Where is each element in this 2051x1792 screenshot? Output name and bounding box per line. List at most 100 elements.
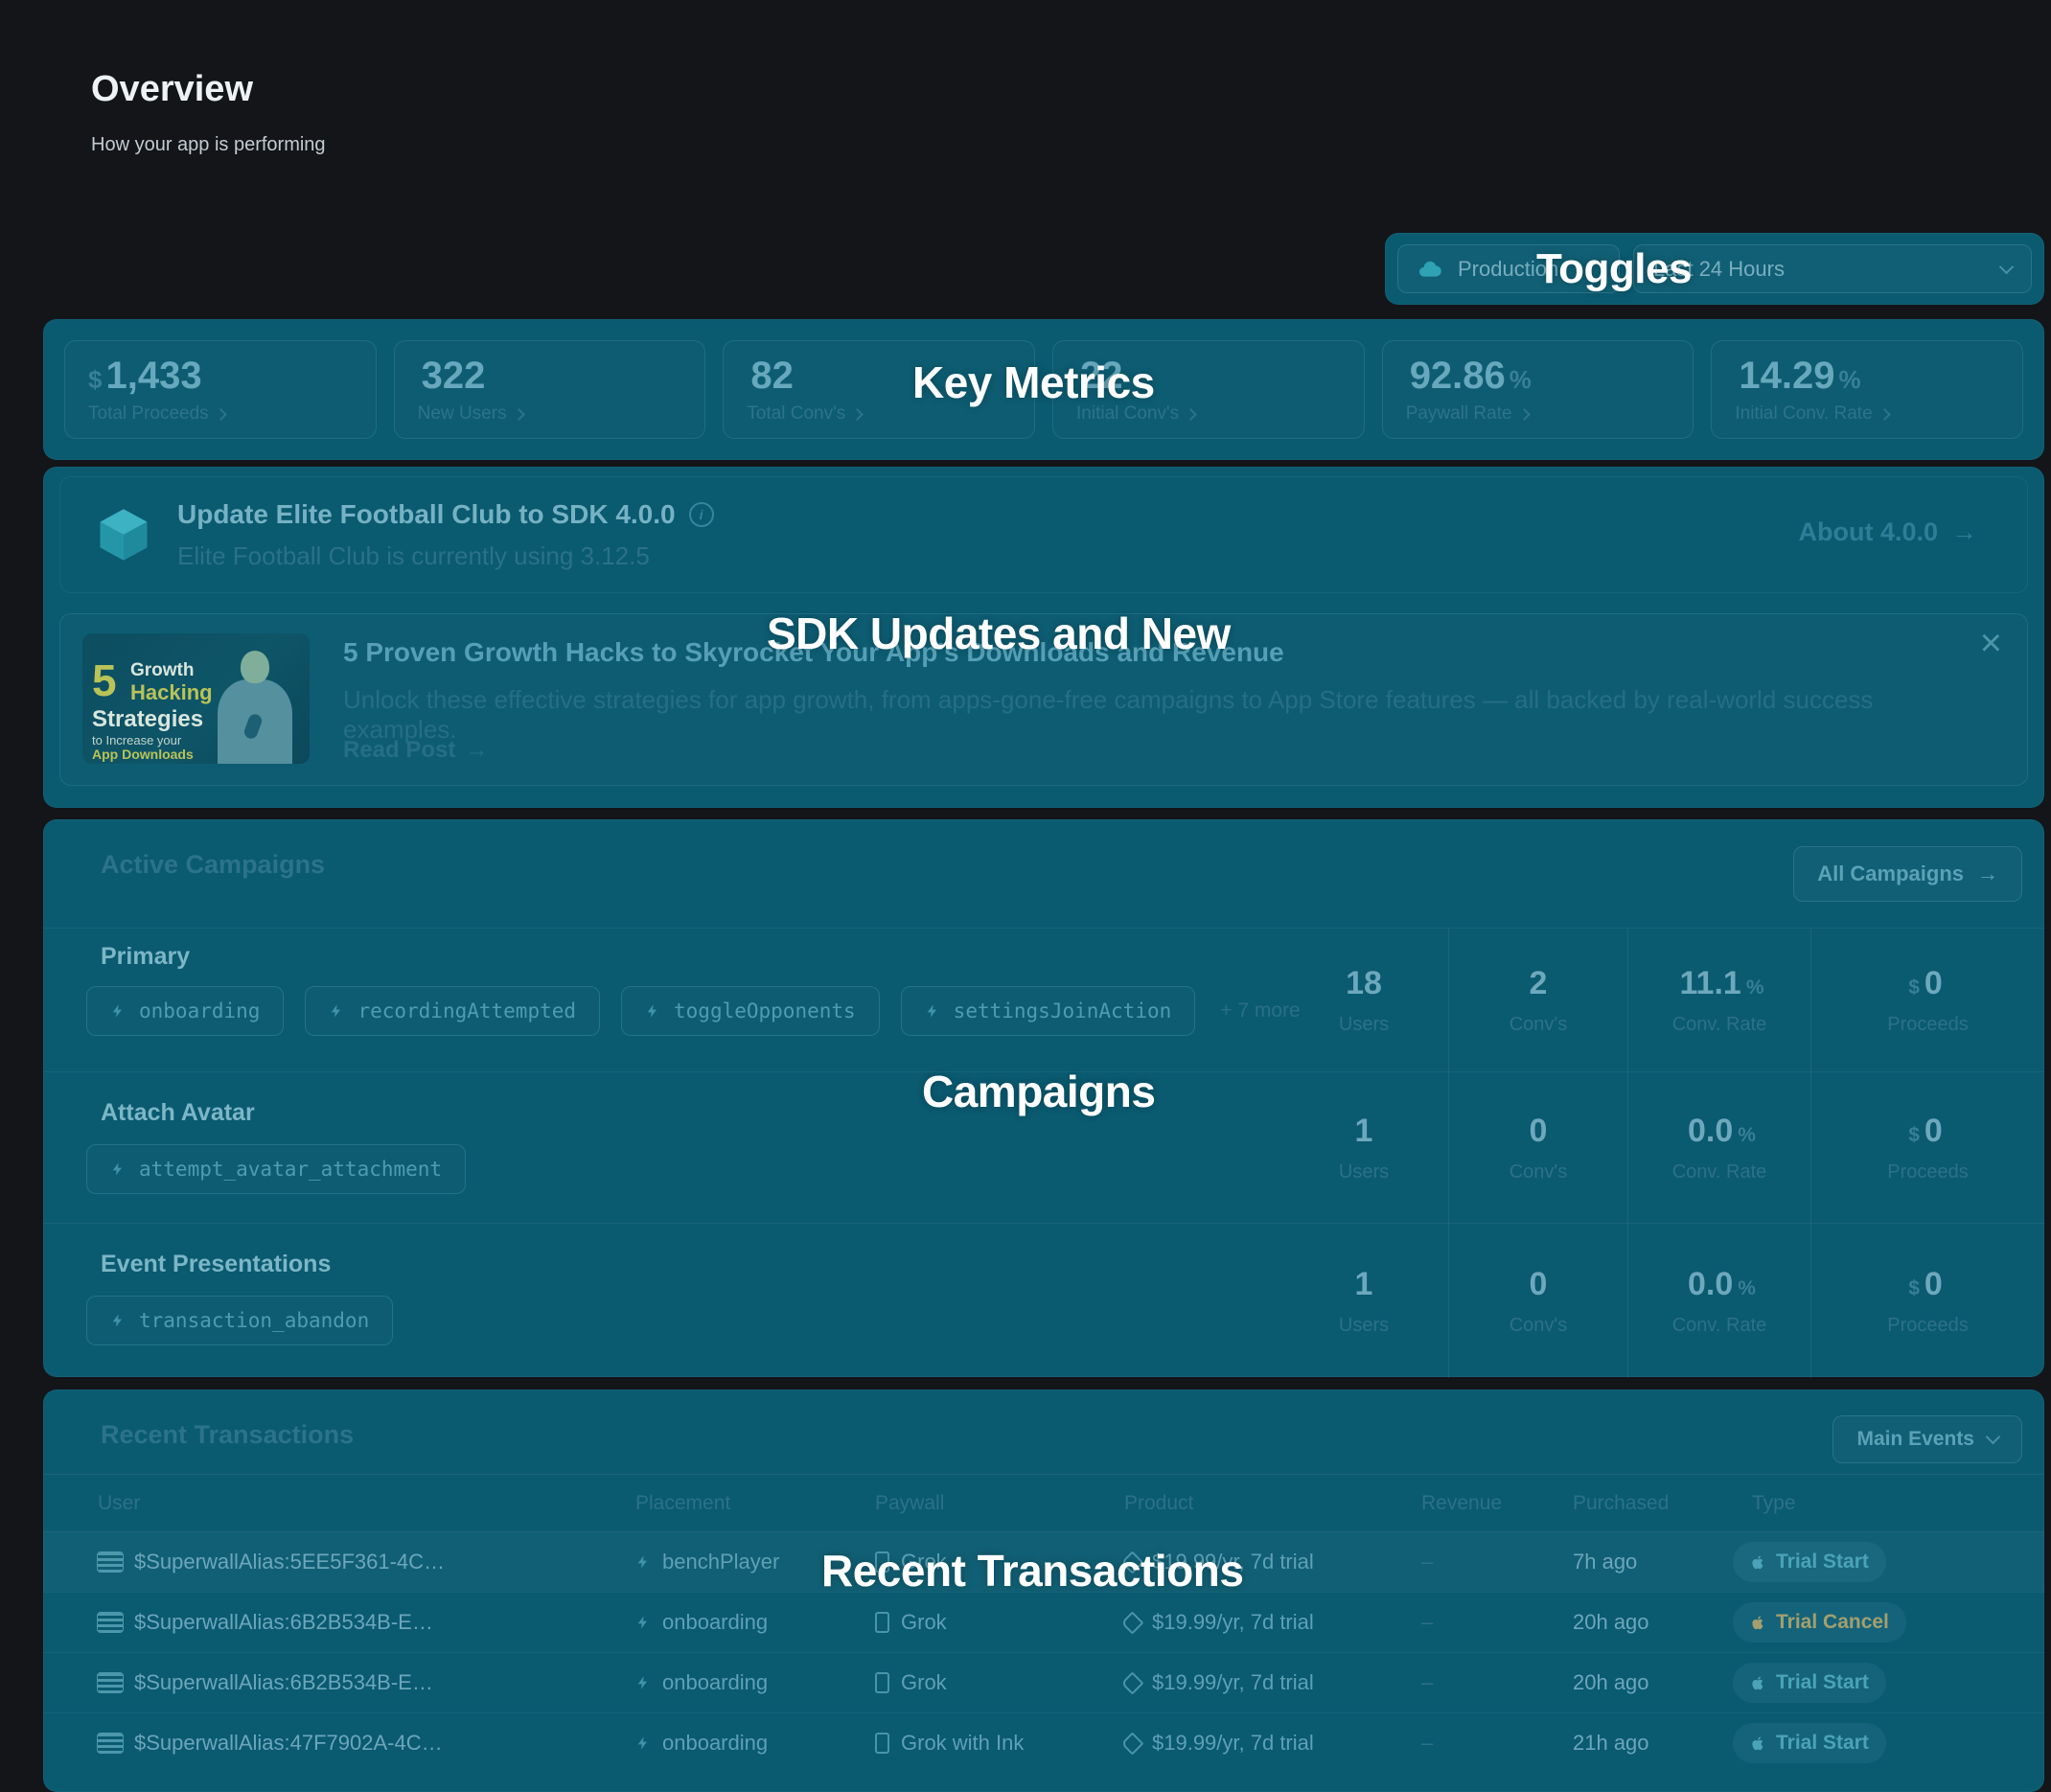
apple-icon: [1750, 1673, 1766, 1692]
col-paywall: Paywall: [875, 1492, 944, 1515]
thumb-line: Growth: [130, 660, 195, 681]
metric-value: 92.86%: [1406, 355, 1671, 398]
type-cell: Trial Start: [1733, 1532, 1886, 1592]
product-cell: $19.99/yr, 7d trial: [1124, 1713, 1314, 1773]
read-post-link[interactable]: Read Post →: [343, 737, 488, 764]
metric-value: 14.29%: [1735, 355, 1999, 398]
thumb-line: Strategies: [92, 706, 203, 733]
metric-total-proceeds[interactable]: $1,433 Total Proceeds: [64, 340, 377, 439]
col-product: Product: [1124, 1492, 1193, 1515]
transaction-row[interactable]: $SuperwallAlias:6B2B534B-E… onboarding G…: [43, 1592, 2044, 1652]
revenue-cell: –: [1421, 1532, 1433, 1592]
blog-thumbnail: 5 Growth Hacking Strategies to Increase …: [82, 633, 310, 764]
campaign-tags: transaction_abandon: [86, 1296, 393, 1345]
campaigns-heading: Active Campaigns: [101, 850, 325, 880]
info-icon[interactable]: i: [689, 502, 714, 527]
col-purchased: Purchased: [1573, 1492, 1669, 1515]
bolt-icon: [925, 1001, 940, 1021]
bolt-icon: [635, 1552, 651, 1572]
chevron-down-icon: [1999, 259, 2015, 274]
metric-new-users[interactable]: 322 New Users: [394, 340, 706, 439]
arrow-right-icon: →: [1951, 517, 1977, 547]
bolt-icon: [635, 1734, 651, 1753]
close-icon[interactable]: ×: [1980, 624, 2002, 662]
event-tag: toggleOpponents: [621, 986, 880, 1036]
metric-paywall-rate[interactable]: 92.86% Paywall Rate: [1382, 340, 1694, 439]
apple-icon: [1750, 1613, 1766, 1632]
apple-icon: [1750, 1734, 1766, 1753]
user-cell: $SuperwallAlias:47F7902A-4C…: [98, 1713, 443, 1773]
campaign-stats: 18Users 2Conv's 11.1%Conv. Rate $0Procee…: [1279, 929, 2044, 1072]
col-type: Type: [1752, 1492, 1796, 1515]
event-tag: settingsJoinAction: [901, 986, 1196, 1036]
transactions-table-header: User Placement Paywall Product Revenue P…: [43, 1474, 2044, 1532]
event-tag: attempt_avatar_attachment: [86, 1144, 466, 1194]
campaign-tags: attempt_avatar_attachment: [86, 1144, 466, 1194]
user-cell: $SuperwallAlias:5EE5F361-4C…: [98, 1532, 445, 1592]
stat-users: 18Users: [1279, 929, 1448, 1072]
purchased-cell: 21h ago: [1573, 1713, 1649, 1773]
purchased-cell: 20h ago: [1573, 1653, 1649, 1712]
type-cell: Trial Start: [1733, 1653, 1886, 1712]
placement-cell: onboarding: [635, 1593, 768, 1652]
campaign-row-primary[interactable]: Primary onboarding recordingAttempted to…: [43, 928, 2044, 1072]
thumb-number: 5: [92, 655, 117, 706]
stat-conv-rate: 0.0%Conv. Rate: [1627, 1072, 1810, 1224]
phone-icon: [875, 1672, 889, 1693]
id-card-icon: [98, 1734, 123, 1753]
price-tag-icon: [1120, 1671, 1143, 1694]
revenue-cell: –: [1421, 1653, 1433, 1712]
paywall-cell: Grok with Ink: [875, 1713, 1024, 1773]
campaign-stats: 1Users 0Conv's 0.0%Conv. Rate $0Proceeds: [1279, 1224, 2044, 1378]
chevron-down-icon: [1986, 1430, 2001, 1445]
purchased-cell: 7h ago: [1573, 1532, 1637, 1592]
sdk-cube-icon: [97, 507, 150, 563]
campaign-row-event-presentations[interactable]: Event Presentations transaction_abandon …: [43, 1223, 2044, 1378]
status-badge: Trial Start: [1733, 1663, 1886, 1703]
chevron-right-icon: [1185, 408, 1197, 421]
stat-proceeds: $0Proceeds: [1810, 1224, 2044, 1378]
metric-label: Initial Conv. Rate: [1735, 403, 1999, 425]
transaction-row[interactable]: $SuperwallAlias:6B2B534B-E… onboarding G…: [43, 1652, 2044, 1712]
price-tag-icon: [1120, 1611, 1143, 1634]
event-tag: onboarding: [86, 986, 284, 1036]
revenue-cell: –: [1421, 1593, 1433, 1652]
thumb-person-head: [241, 651, 269, 683]
dashboard-canvas: Overview How your app is performing Prod…: [0, 0, 2051, 1735]
id-card-icon: [98, 1613, 123, 1632]
chevron-right-icon: [851, 408, 864, 421]
stat-users: 1Users: [1279, 1072, 1448, 1224]
col-revenue: Revenue: [1421, 1492, 1502, 1515]
main-events-filter[interactable]: Main Events: [1832, 1415, 2022, 1463]
bolt-icon: [110, 1001, 126, 1021]
id-card-icon: [98, 1552, 123, 1572]
metric-label: Total Proceeds: [88, 403, 353, 425]
stat-convs: 0Conv's: [1448, 1072, 1627, 1224]
blog-description: Unlock these effective strategies for ap…: [343, 685, 1912, 745]
campaign-name: Event Presentations: [101, 1251, 331, 1278]
col-placement: Placement: [635, 1492, 730, 1515]
metric-initial-conv-rate[interactable]: 14.29% Initial Conv. Rate: [1711, 340, 2023, 439]
all-campaigns-button[interactable]: All Campaigns →: [1793, 846, 2022, 902]
metric-value: 322: [418, 355, 682, 398]
bolt-icon: [635, 1613, 651, 1632]
paywall-cell: Grok: [875, 1653, 947, 1712]
type-cell: Trial Start: [1733, 1713, 1886, 1773]
event-tag: recordingAttempted: [305, 986, 600, 1036]
thumb-line: Hacking: [130, 680, 213, 705]
sdk-update-banner: Update Elite Football Club to SDK 4.0.0 …: [59, 476, 2028, 593]
stat-convs: 2Conv's: [1448, 929, 1627, 1072]
campaign-name: Attach Avatar: [101, 1099, 255, 1127]
time-range-select[interactable]: Last 24 Hours: [1633, 244, 2032, 293]
metric-label: New Users: [418, 403, 682, 425]
col-user: User: [98, 1492, 140, 1515]
sdk-banner-title: Update Elite Football Club to SDK 4.0.0 …: [177, 499, 714, 530]
revenue-cell: –: [1421, 1713, 1433, 1773]
status-badge: Trial Start: [1733, 1542, 1886, 1582]
transaction-row[interactable]: $SuperwallAlias:47F7902A-4C… onboarding …: [43, 1712, 2044, 1773]
about-sdk-button[interactable]: About 4.0.0 →: [1798, 517, 1977, 547]
annotation-campaigns: Campaigns: [922, 1066, 1155, 1117]
sdk-banner-subtitle: Elite Football Club is currently using 3…: [177, 541, 714, 571]
sdk-banner-text: Update Elite Football Club to SDK 4.0.0 …: [177, 499, 714, 571]
page-title: Overview: [91, 69, 253, 110]
